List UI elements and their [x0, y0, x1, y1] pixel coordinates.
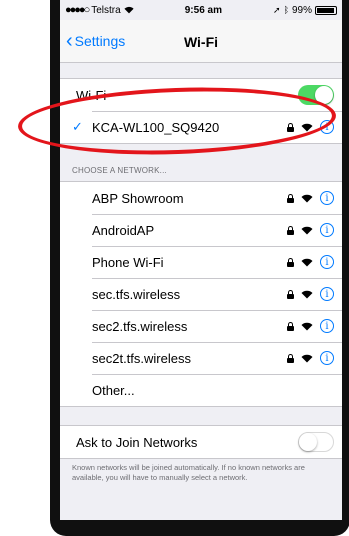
wifi-toggle[interactable] [298, 85, 334, 105]
network-row[interactable]: sec2t.tfs.wireless i [60, 342, 342, 374]
lock-icon [287, 353, 294, 363]
network-name: sec2.tfs.wireless [92, 318, 188, 334]
network-name: sec.tfs.wireless [92, 286, 181, 302]
wifi-icon [301, 258, 313, 266]
wifi-icon [301, 226, 313, 234]
other-network-label: Other... [92, 382, 135, 398]
wifi-icon [301, 194, 313, 202]
ask-to-join-group: Ask to Join Networks [60, 425, 342, 459]
network-row[interactable]: AndroidAP i [60, 214, 342, 246]
network-name: AndroidAP [92, 222, 155, 238]
network-list: ABP Showroom i AndroidAP i Phone Wi-Fi i… [60, 181, 342, 407]
screen: ●●●●○ Telstra 9:56 am ➚ ᛒ 99% ‹ Settings… [60, 0, 342, 520]
lock-icon [287, 193, 294, 203]
lock-icon [287, 289, 294, 299]
wifi-icon [301, 354, 313, 362]
wifi-status-icon [124, 6, 134, 14]
network-name: Phone Wi-Fi [92, 254, 164, 270]
page-title: Wi-Fi [183, 34, 219, 50]
network-row[interactable]: Phone Wi-Fi i [60, 246, 342, 278]
info-icon[interactable]: i [320, 191, 334, 205]
ask-to-join-toggle[interactable] [298, 432, 334, 452]
battery-icon [315, 5, 337, 15]
info-icon[interactable]: i [320, 120, 334, 134]
info-icon[interactable]: i [320, 319, 334, 333]
signal-icon: ●●●●○ [65, 4, 90, 16]
wifi-icon [301, 123, 313, 131]
info-icon[interactable]: i [320, 287, 334, 301]
carrier-name: Telstra [91, 4, 121, 16]
info-icon[interactable]: i [320, 255, 334, 269]
bluetooth-icon: ᛒ [283, 5, 289, 15]
ask-to-join-row: Ask to Join Networks [60, 426, 342, 458]
navigation-bar: ‹ Settings Wi-Fi [60, 20, 342, 63]
network-row[interactable]: ABP Showroom i [60, 182, 342, 214]
lock-icon [287, 257, 294, 267]
network-name: sec2t.tfs.wireless [92, 350, 191, 366]
wifi-label: Wi-Fi [76, 87, 107, 103]
lock-icon [287, 122, 294, 132]
battery-percent: 99% [291, 4, 312, 16]
lock-icon [287, 321, 294, 331]
info-icon[interactable]: i [320, 351, 334, 365]
connected-network-name: KCA-WL100_SQ9420 [92, 119, 220, 135]
location-icon: ➚ [273, 4, 281, 15]
info-icon[interactable]: i [320, 223, 334, 237]
wifi-icon [301, 290, 313, 298]
ask-to-join-note: Known networks will be joined automatica… [72, 463, 305, 482]
lock-icon [287, 225, 294, 235]
other-network-row[interactable]: Other... [60, 374, 342, 406]
network-name: ABP Showroom [92, 190, 184, 206]
network-row[interactable]: sec2.tfs.wireless i [60, 310, 342, 342]
checkmark-icon: ✓ [72, 119, 83, 134]
choose-network-header: CHOOSE A NETWORK... [72, 166, 167, 175]
connected-network-row[interactable]: ✓ KCA-WL100_SQ9420 i [60, 111, 342, 143]
wifi-icon [301, 322, 313, 330]
status-time: 9:56 am [184, 4, 222, 16]
status-bar: ●●●●○ Telstra 9:56 am ➚ ᛒ 99% [60, 0, 342, 20]
wifi-group: Wi-Fi ✓ KCA-WL100_SQ9420 i [60, 78, 342, 144]
ask-to-join-label: Ask to Join Networks [76, 434, 198, 450]
network-row[interactable]: sec.tfs.wireless i [60, 278, 342, 310]
wifi-toggle-row: Wi-Fi [60, 79, 342, 111]
